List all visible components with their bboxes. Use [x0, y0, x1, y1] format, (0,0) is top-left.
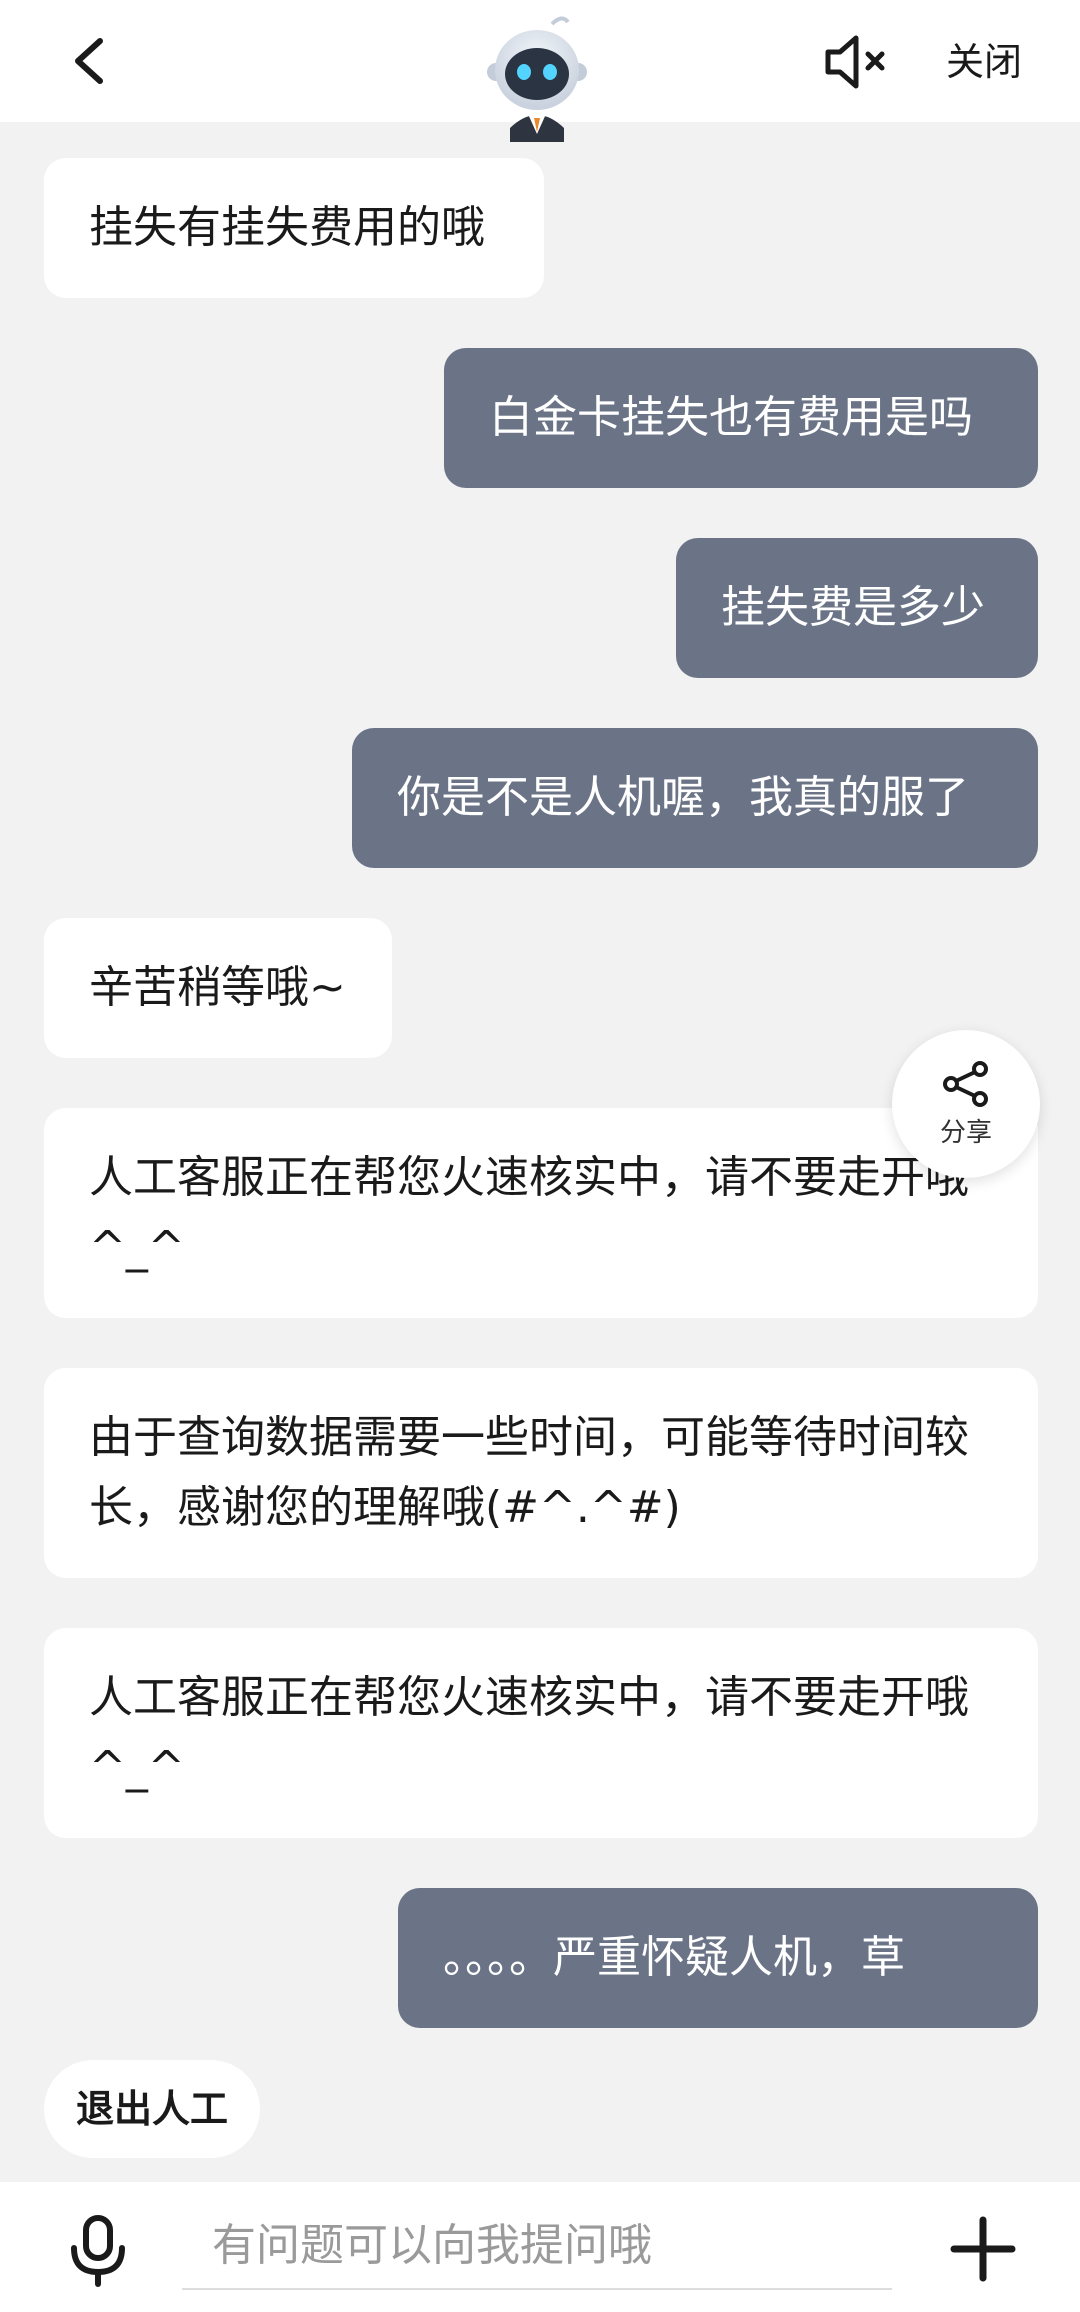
back-button[interactable] — [52, 25, 124, 97]
user-message: 白金卡挂失也有费用是吗 — [444, 348, 1038, 488]
mute-button[interactable] — [820, 30, 892, 94]
input-bar — [0, 2182, 1080, 2312]
microphone-icon — [71, 2215, 125, 2287]
user-message: 挂失费是多少 — [676, 538, 1038, 678]
more-button[interactable] — [948, 2214, 1018, 2284]
message-input[interactable] — [182, 2202, 892, 2290]
close-button[interactable]: 关闭 — [946, 32, 1022, 92]
user-message: 你是不是人机喔，我真的服了 — [352, 728, 1038, 868]
mute-icon — [825, 35, 885, 89]
bot-message: 人工客服正在帮您火速核实中，请不要走开哦^_^ — [44, 1628, 1038, 1838]
share-icon — [943, 1060, 988, 1107]
user-message: 。。。。严重怀疑人机，草 — [398, 1888, 1038, 2028]
robot-avatar-icon — [487, 16, 587, 142]
voice-button[interactable] — [60, 2212, 136, 2288]
robot-avatar — [470, 10, 604, 144]
top-bar: 关闭 — [0, 0, 1080, 142]
exit-manual-button[interactable]: 退出人工 — [44, 2060, 261, 2158]
back-arrow-icon — [75, 38, 103, 84]
share-button[interactable]: 分享 — [892, 1030, 1040, 1178]
plus-icon — [950, 2216, 1016, 2282]
bot-message: 辛苦稍等哦~ — [44, 918, 392, 1058]
bot-message: 人工客服正在帮您火速核实中，请不要走开哦^_^ — [44, 1108, 1038, 1318]
share-label: 分享 — [939, 1117, 992, 1148]
bot-message: 由于查询数据需要一些时间，可能等待时间较长，感谢您的理解哦(#^.^#) — [44, 1368, 1038, 1578]
bot-message: 挂失有挂失费用的哦 — [44, 158, 544, 298]
